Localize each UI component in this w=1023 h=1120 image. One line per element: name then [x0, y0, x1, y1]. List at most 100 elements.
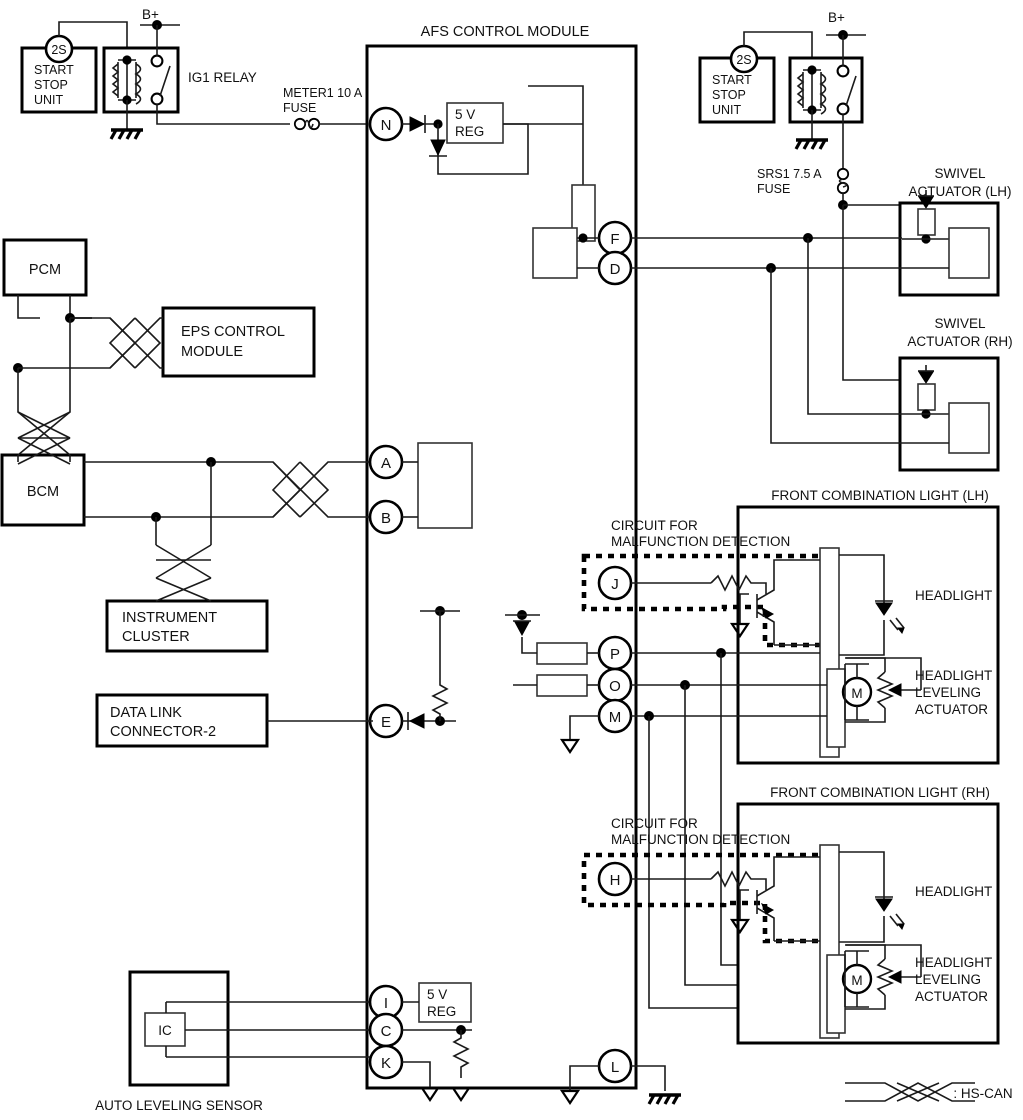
ground-relay-coil-left [109, 128, 145, 141]
ground-terminal-k [420, 1086, 440, 1102]
bcm-label: BCM [27, 484, 59, 500]
rh-actuator-line3: ACTUATOR [915, 989, 988, 1004]
pcm-label: PCM [29, 262, 61, 278]
srs-relay-coil-top-node [807, 65, 817, 75]
meter1-fuse-group: METER1 10 A FUSE [283, 86, 363, 131]
start-stop-unit-right-group: START STOP UNIT 2S [698, 44, 776, 124]
fuse-srs1-top-eye [836, 167, 850, 181]
ground-chassis-module [647, 1093, 683, 1106]
terminal-B-label: B [381, 510, 391, 527]
rh-actuator-line2: LEVELING [915, 972, 981, 987]
terminal-k-group: K [368, 1044, 404, 1080]
start-stop-unit-right-line3: UNIT [712, 103, 742, 117]
fuse-srs1-label-line2: FUSE [757, 182, 790, 196]
terminal-A-label: A [381, 455, 391, 472]
terminal-n-group: N [368, 106, 404, 142]
wire-f-to-swivel-rh [807, 238, 902, 415]
swivel-actuator-lh-group: SWIVEL ACTUATOR (LH) [898, 166, 1012, 297]
battery-plus-left-label: B+ [142, 7, 159, 22]
terminal-I-label: I [384, 995, 388, 1012]
front-combination-light-rh-title: FRONT COMBINATION LIGHT (RH) [770, 785, 990, 800]
terminal-D-label: D [610, 261, 621, 278]
bcm-group: BCM [0, 453, 86, 527]
terminal-m-group: M [597, 698, 633, 734]
twisted-pair-pcm-eps [92, 317, 163, 369]
connector-2s-left-label: 2S [51, 43, 66, 57]
terminal-a-group: A [368, 444, 404, 480]
eps-control-module-box [161, 306, 316, 378]
cluster-line1: INSTRUMENT [122, 610, 217, 626]
swivel-driver-box [532, 227, 578, 279]
ig1-relay-label: IG1 RELAY [188, 70, 257, 85]
legend-hs-can-group: : HS-CAN [845, 1082, 1013, 1102]
fuse-meter1-left-eye [293, 117, 307, 131]
ground-terminal-l-internal [560, 1089, 580, 1105]
lh-headlight-label: HEADLIGHT [915, 588, 992, 603]
reg-bottom-line1: 5 V [427, 987, 447, 1002]
eps-control-module-group: EPS CONTROL MODULE [161, 306, 316, 378]
auto-leveling-sensor-group: IC AUTO LEVELING SENSOR [95, 970, 373, 1113]
resistor-swivel-lh-box [917, 208, 936, 236]
rh-actuator-line1: HEADLIGHT [915, 955, 992, 970]
cluster-line2: CLUSTER [122, 629, 190, 645]
dlc-line2: CONNECTOR-2 [110, 724, 216, 740]
terminal-J-label: J [611, 576, 619, 593]
swivel-rh-motor-box [948, 402, 990, 454]
srs-relay-group [788, 56, 864, 124]
twisted-pair-bcm-afs [260, 461, 340, 518]
data-link-connector-2-group: DATA LINK CONNECTOR-2 [95, 693, 269, 748]
lh-detection-line2: MALFUNCTION DETECTION [611, 534, 790, 549]
terminal-e-group: E [368, 703, 404, 739]
terminal-f-group: F [597, 220, 633, 256]
start-stop-unit-right-line1: START [712, 73, 752, 87]
swivel-actuator-lh-line1: SWIVEL [934, 166, 986, 181]
rh-detection-line2: MALFUNCTION DETECTION [611, 832, 790, 847]
srs1-fuse-group: SRS1 7.5 A FUSE [757, 167, 850, 196]
start-stop-unit-left-line1: START [34, 63, 74, 77]
reg-top-line2: REG [455, 124, 484, 139]
terminal-K-label: K [381, 1055, 391, 1072]
ground-terminal-c [451, 1086, 471, 1102]
front-combination-light-lh-title: FRONT COMBINATION LIGHT (LH) [771, 488, 989, 503]
driver-p-box [536, 642, 588, 665]
terminal-f-node [578, 233, 588, 243]
page-title: AFS CONTROL MODULE [421, 24, 590, 40]
rh-detection-line1: CIRCUIT FOR [611, 816, 698, 831]
auto-leveling-sensor-ic-label: IC [158, 1023, 172, 1038]
rh-leveling-motor-label: M [851, 973, 862, 988]
wire-d-to-swivel-rh [770, 268, 902, 444]
terminal-M-label: M [609, 709, 622, 726]
terminal-j-group: J [597, 565, 633, 601]
rh-actuator-connector [826, 954, 846, 1034]
pcm-group: PCM [2, 238, 88, 297]
terminal-F-label: F [610, 231, 619, 248]
twisted-pair-bcm-cluster [155, 544, 212, 602]
terminal-E-label: E [381, 714, 391, 731]
lh-detection-line1: CIRCUIT FOR [611, 518, 698, 533]
instrument-cluster-group: INSTRUMENT CLUSTER [105, 599, 269, 653]
swivel-lh-motor-box [948, 227, 990, 279]
swivel-actuator-rh-group: SWIVEL ACTUATOR (RH) [898, 316, 1013, 472]
terminal-p-group: P [597, 635, 633, 671]
terminal-b-group: B [368, 499, 404, 535]
terminal-C-label: C [381, 1023, 392, 1040]
lh-actuator-line1: HEADLIGHT [915, 668, 992, 683]
start-stop-unit-left-group: START STOP UNIT 2S [20, 34, 98, 114]
driver-o-box [536, 674, 588, 697]
legend-hs-can-label: : HS-CAN [953, 1086, 1012, 1101]
fuse-srs1-label-line1: SRS1 7.5 A [757, 167, 822, 181]
eps-line1: EPS CONTROL [181, 324, 285, 340]
terminal-L-label: L [611, 1059, 619, 1076]
battery-plus-right-label: B+ [828, 10, 845, 25]
srs-relay-contact-top [836, 64, 850, 78]
lh-leveling-motor-label: M [851, 686, 862, 701]
terminal-P-label: P [610, 646, 620, 663]
connector-2s-right-label: 2S [736, 53, 751, 67]
terminal-O-label: O [609, 678, 621, 695]
auto-leveling-sensor-label: AUTO LEVELING SENSOR [95, 1098, 263, 1113]
terminal-l-group: L [597, 1048, 633, 1084]
ground-srs-relay-coil [794, 138, 830, 151]
resistor-swivel-rh-box [917, 383, 936, 411]
reg-top-line1: 5 V [455, 107, 475, 122]
relay-contact-top [150, 54, 164, 68]
